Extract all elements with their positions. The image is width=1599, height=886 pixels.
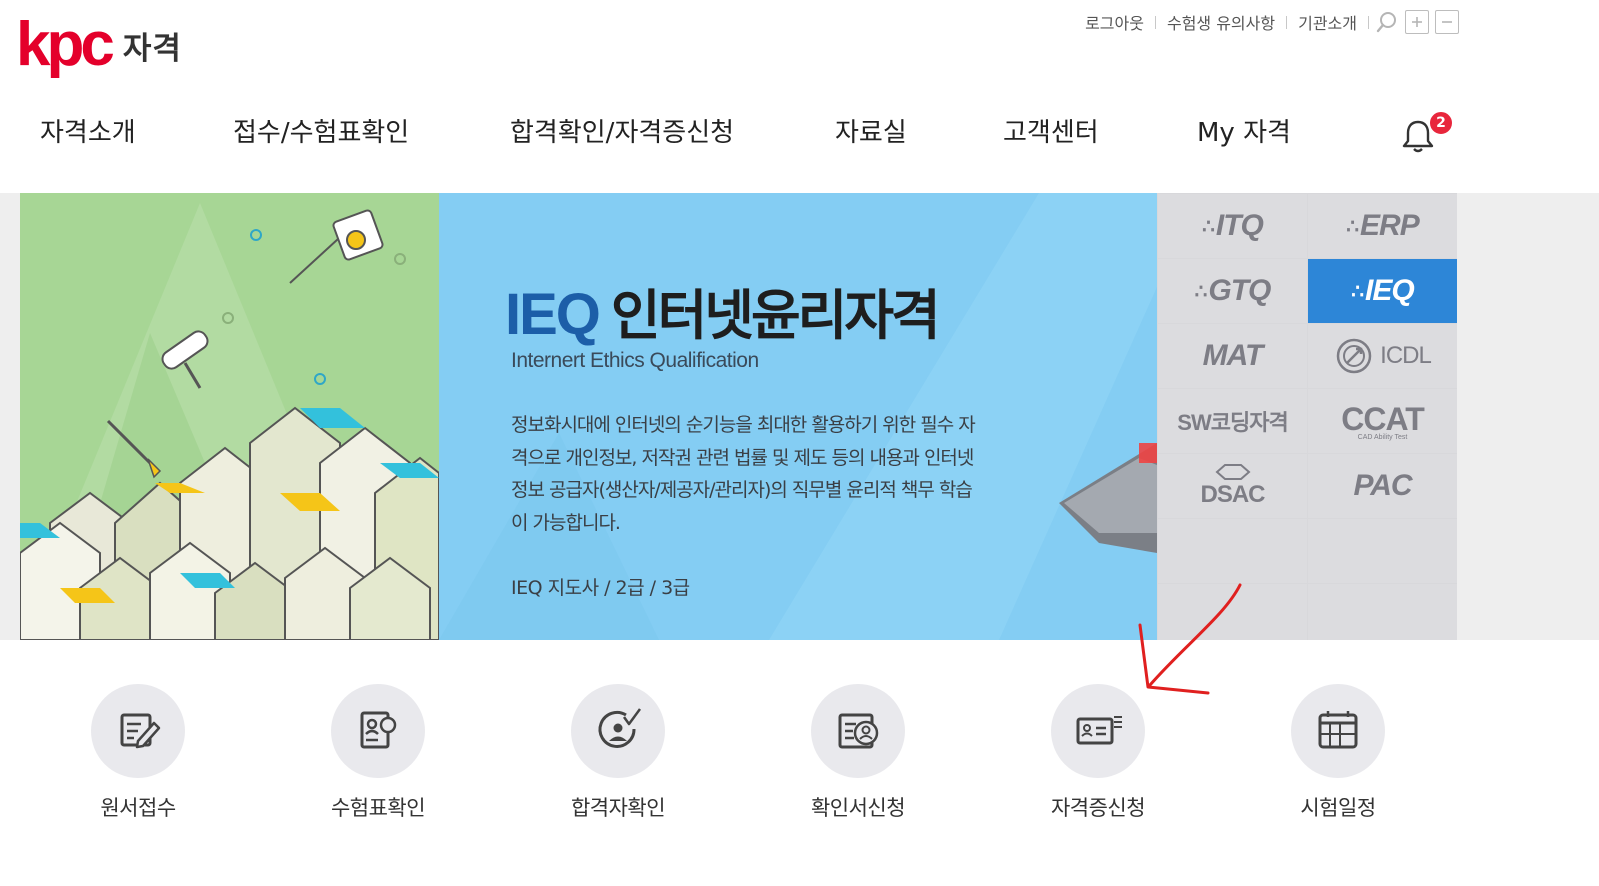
nav-resources[interactable]: 자료실: [835, 112, 907, 149]
nav-registration[interactable]: 접수/수험표확인: [233, 112, 409, 149]
search-icon[interactable]: [1375, 10, 1399, 34]
cert-label: PAC: [1353, 469, 1412, 502]
cert-tab-mat[interactable]: MAT: [1158, 324, 1307, 388]
main-nav: 자격소개 접수/수험표확인 합격확인/자격증신청 자료실 고객센터 My 자격: [0, 112, 1460, 162]
banner-main[interactable]: IEQ 인터넷윤리자격 Internert Ethics Qualificati…: [439, 193, 1157, 640]
cert-label: CCAT: [1341, 401, 1424, 437]
banner-code: IEQ: [505, 282, 601, 347]
cert-tagline: CAD Ability Test: [1357, 434, 1408, 441]
cert-tab-ieq[interactable]: ∴ IEQ: [1308, 259, 1457, 323]
cert-label: GTQ: [1208, 274, 1271, 307]
signal-icon: ∴: [1202, 215, 1215, 238]
banner-description: 정보화시대에 인터넷의 순기능을 최대한 활용하기 위한 필수 자격으로 개인정…: [511, 414, 976, 534]
cert-label: MAT: [1202, 339, 1264, 372]
notification-badge: 2: [1429, 111, 1453, 135]
cert-tab-empty: [1308, 519, 1457, 583]
quick-label: 확인서신청: [810, 796, 906, 820]
banner-grades: IEQ 지도사 / 2급 / 3급: [511, 577, 690, 599]
cert-tab-pac[interactable]: PAC: [1308, 454, 1457, 518]
quick-label: 원서접수: [100, 796, 176, 820]
signal-icon: ∴: [1194, 280, 1208, 303]
cert-label: ERP: [1360, 209, 1420, 242]
cert-tab-itq[interactable]: ∴ ITQ: [1158, 194, 1307, 258]
signal-icon: ∴: [1346, 215, 1359, 238]
banner-title: 인터넷윤리자격: [610, 284, 941, 347]
calendar-icon: [1291, 684, 1385, 778]
cert-tab-dsac[interactable]: DSAC: [1158, 454, 1307, 518]
logout-link[interactable]: 로그아웃: [1074, 10, 1155, 34]
zoom-in-icon[interactable]: [1405, 10, 1429, 34]
cert-tab-grid: ∴ ITQ ∴ ERP ∴ GTQ ∴ IEQ MAT ICDL SW코딩자격 CCAT…: [1157, 193, 1457, 640]
apply-form-icon: [91, 684, 185, 778]
cert-tab-empty: [1158, 584, 1307, 640]
id-card-icon: [1051, 684, 1145, 778]
divider: [1368, 15, 1369, 29]
quick-admission-ticket[interactable]: 수험표확인: [298, 684, 458, 822]
cert-tab-erp[interactable]: ∴ ERP: [1308, 194, 1457, 258]
quick-label: 시험일정: [1300, 796, 1376, 820]
cert-label: SW코딩자격: [1177, 410, 1288, 435]
cert-tab-gtq[interactable]: ∴ GTQ: [1158, 259, 1307, 323]
cert-tab-icdl[interactable]: ICDL: [1308, 324, 1457, 388]
icdl-logo-icon: [1336, 338, 1372, 374]
nav-pass-result[interactable]: 합격확인/자격증신청: [510, 112, 734, 149]
cert-tab-ccat[interactable]: CCAT CAD Ability Test: [1308, 389, 1457, 453]
banner-subtitle: Internert Ethics Qualification: [511, 349, 759, 372]
cert-tab-empty: [1308, 584, 1457, 640]
quick-exam-schedule[interactable]: 시험일정: [1258, 684, 1418, 822]
quick-label: 자격증신청: [1050, 796, 1146, 820]
quick-certificate-request[interactable]: 자격증신청: [1018, 684, 1178, 822]
cert-label: ICDL: [1380, 342, 1432, 369]
document-user-icon: [811, 684, 905, 778]
signal-icon: ∴: [1351, 280, 1364, 303]
utility-bar: 로그아웃 수험생 유의사항 기관소개: [1074, 10, 1459, 34]
zoom-out-icon[interactable]: [1435, 10, 1459, 34]
quick-apply[interactable]: 원서접수: [58, 684, 218, 822]
quick-pass-check[interactable]: 합격자확인: [538, 684, 698, 822]
nav-support[interactable]: 고객센터: [1003, 112, 1099, 149]
dsac-logo-icon: [1214, 464, 1251, 480]
cert-label: DSAC: [1200, 481, 1265, 508]
site-logo[interactable]: kpc 자격: [16, 10, 182, 80]
logo-brand: kpc: [16, 10, 115, 79]
logo-sub: 자격: [122, 30, 182, 67]
banner-illustration: [20, 193, 439, 640]
nav-cert-intro[interactable]: 자격소개: [40, 112, 136, 149]
banner: IEQ 인터넷윤리자격 Internert Ethics Qualificati…: [0, 193, 1599, 640]
quick-label: 합격자확인: [570, 796, 666, 820]
cert-label: ITQ: [1215, 209, 1264, 242]
ticket-search-icon: [331, 684, 425, 778]
quick-confirmation-request[interactable]: 확인서신청: [778, 684, 938, 822]
about-link[interactable]: 기관소개: [1287, 10, 1368, 34]
quick-label: 수험표확인: [330, 796, 426, 820]
cert-tab-empty: [1158, 519, 1307, 583]
pass-check-icon: [571, 684, 665, 778]
nav-my-cert[interactable]: My 자격: [1197, 112, 1291, 149]
candidate-notice-link[interactable]: 수험생 유의사항: [1156, 10, 1286, 34]
banner-heading: IEQ 인터넷윤리자격: [505, 271, 941, 350]
cert-label: IEQ: [1365, 274, 1415, 307]
quick-menu: 원서접수 수험표확인 합격자확인 확인서신청 자격증신청 시험일정: [0, 684, 1599, 834]
cert-tab-sw[interactable]: SW코딩자격: [1158, 389, 1307, 453]
